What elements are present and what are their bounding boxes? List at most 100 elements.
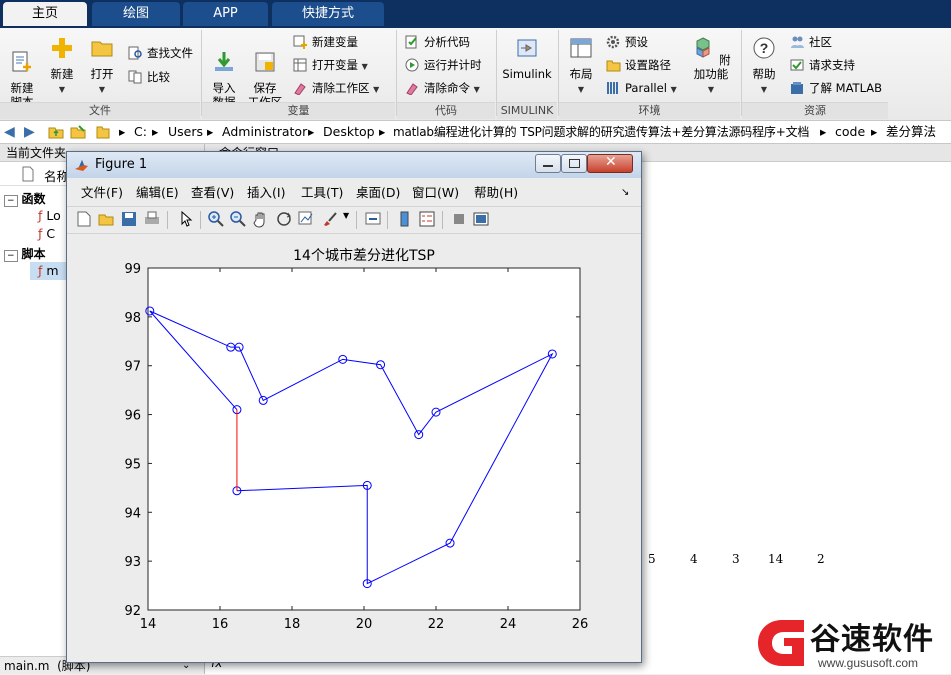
collapse-icon[interactable]: − bbox=[4, 195, 18, 207]
set-path-button[interactable]: 设置路径 bbox=[606, 56, 671, 74]
chevron-down-icon: ▼ bbox=[577, 85, 585, 94]
dock-arrow-icon[interactable]: ↘ bbox=[621, 182, 629, 204]
learn-matlab-button[interactable]: 了解 MATLAB bbox=[790, 79, 882, 97]
menu-edit[interactable]: 编辑(E) bbox=[136, 182, 179, 204]
simulink-button[interactable]: Simulink bbox=[501, 36, 553, 81]
zoom-in-icon[interactable] bbox=[207, 210, 225, 228]
svg-text:?: ? bbox=[760, 40, 769, 56]
breadcrumb-code[interactable]: code bbox=[835, 121, 865, 143]
new-button[interactable]: 新建 ▼ bbox=[46, 36, 78, 97]
matlab-function-icon: ƒ bbox=[38, 208, 43, 223]
hide-plot-tools-icon[interactable] bbox=[450, 210, 468, 228]
rotate-3d-icon[interactable] bbox=[275, 210, 293, 228]
request-support-icon bbox=[790, 59, 804, 71]
breadcrumb-administrator[interactable]: Administrator bbox=[222, 121, 307, 143]
parallel-button[interactable]: Parallel ▼ bbox=[606, 79, 677, 97]
breadcrumb-users[interactable]: Users bbox=[168, 121, 203, 143]
matlab-script-icon: ƒ bbox=[38, 263, 43, 278]
tab-home[interactable]: 主页 bbox=[3, 2, 87, 26]
menu-desktop[interactable]: 桌面(D) bbox=[356, 182, 400, 204]
menu-window[interactable]: 窗口(W) bbox=[412, 182, 459, 204]
import-data-button[interactable]: 导入 数据 bbox=[206, 36, 242, 109]
list-item[interactable]: ƒ C bbox=[38, 226, 55, 241]
back-arrow-icon[interactable]: ◀ bbox=[4, 124, 15, 140]
x-tick-label: 26 bbox=[572, 617, 589, 632]
tab-plots[interactable]: 绘图 bbox=[92, 2, 180, 26]
up-folder-icon[interactable] bbox=[48, 124, 64, 140]
show-plot-tools-icon[interactable] bbox=[472, 210, 490, 228]
group-label-simulink: SIMULINK bbox=[497, 102, 557, 119]
menu-tools[interactable]: 工具(T) bbox=[301, 182, 343, 204]
maximize-button[interactable] bbox=[561, 154, 587, 173]
open-button[interactable]: 打开 ▼ bbox=[84, 36, 120, 97]
import-icon bbox=[215, 52, 233, 71]
chevron-down-icon[interactable]: ▼ bbox=[343, 211, 349, 220]
request-support-button[interactable]: 请求支持 bbox=[790, 56, 855, 74]
plot-canvas[interactable]: 14个城市差分进化TSP 14 16 18 20 22 24 26 92 93 94 95 96 97 9… bbox=[67, 234, 641, 660]
clear-commands-button[interactable]: 清除命令 ▼ bbox=[405, 79, 480, 97]
data-cursor-icon[interactable] bbox=[297, 210, 315, 228]
tab-shortcuts[interactable]: 快捷方式 bbox=[272, 2, 384, 26]
menu-insert[interactable]: 插入(I) bbox=[247, 182, 285, 204]
analyze-code-button[interactable]: 分析代码 bbox=[405, 33, 470, 51]
set-path-icon bbox=[606, 60, 621, 72]
breadcrumb-separator: ▸ bbox=[308, 124, 315, 139]
clear-workspace-icon bbox=[294, 83, 306, 95]
chevron-down-icon: ▼ bbox=[707, 85, 715, 94]
menu-help[interactable]: 帮助(H) bbox=[474, 182, 518, 204]
minimize-button[interactable] bbox=[535, 154, 561, 173]
figure-window[interactable]: Figure 1 ✕ 文件(F) 编辑(E) 查看(V) 插入(I) 工具(T)… bbox=[66, 151, 642, 663]
help-icon: ? bbox=[753, 37, 775, 59]
save-icon[interactable] bbox=[120, 210, 138, 228]
menu-file[interactable]: 文件(F) bbox=[81, 182, 123, 204]
breadcrumb-project-folder[interactable]: matlab编程进化计算的 TSP问题求解的研究遗传算法+差分算法源码程序+文档 bbox=[393, 121, 809, 143]
breadcrumb-current-folder[interactable]: 差分算法 bbox=[886, 121, 936, 143]
breadcrumb-separator: ▸ bbox=[871, 124, 878, 139]
close-button[interactable]: ✕ bbox=[587, 154, 633, 173]
folder-icon bbox=[91, 41, 113, 57]
community-button[interactable]: 社区 bbox=[790, 33, 832, 51]
tab-apps[interactable]: APP bbox=[183, 2, 268, 26]
pan-hand-icon[interactable] bbox=[252, 210, 270, 228]
forward-arrow-icon[interactable]: ▶ bbox=[24, 124, 35, 140]
link-plot-icon[interactable] bbox=[364, 210, 382, 228]
pointer-icon[interactable] bbox=[177, 210, 195, 228]
new-figure-icon[interactable] bbox=[75, 210, 93, 228]
list-item[interactable]: ƒ Lo bbox=[38, 208, 61, 223]
output-value: 14 bbox=[768, 552, 784, 566]
colorbar-icon[interactable] bbox=[396, 210, 414, 228]
open-file-icon[interactable] bbox=[97, 210, 115, 228]
open-variable-button[interactable]: 打开变量 ▼ bbox=[293, 56, 368, 74]
collapse-icon[interactable]: − bbox=[4, 250, 18, 262]
save-workspace-icon bbox=[255, 52, 275, 72]
layout-button[interactable]: 布局 ▼ bbox=[563, 36, 599, 97]
add-ons-button[interactable]: 附加功能 ▼ bbox=[686, 36, 736, 97]
menu-view[interactable]: 查看(V) bbox=[191, 182, 234, 204]
new-variable-button[interactable]: 新建变量 bbox=[293, 33, 358, 51]
compare-button[interactable]: 比较 bbox=[128, 68, 170, 86]
find-files-button[interactable]: 查找文件 bbox=[128, 44, 193, 62]
tree-group-scripts[interactable]: − 脚本 bbox=[4, 245, 46, 262]
toolbar-separator bbox=[356, 211, 357, 229]
breadcrumb-separator: ▸ bbox=[379, 124, 386, 139]
new-script-button[interactable]: 新建 脚本 bbox=[4, 36, 40, 109]
breadcrumb-desktop[interactable]: Desktop bbox=[323, 121, 375, 143]
new-script-icon bbox=[12, 51, 31, 72]
save-workspace-button[interactable]: 保存 工作区 bbox=[246, 36, 284, 109]
tree-group-functions[interactable]: − 函数 bbox=[4, 190, 46, 207]
browse-folder-icon[interactable] bbox=[70, 124, 86, 140]
figure-title: Figure 1 bbox=[95, 157, 148, 172]
brush-icon[interactable] bbox=[321, 210, 339, 228]
print-icon[interactable] bbox=[143, 210, 161, 228]
run-and-time-button[interactable]: 运行并计时 bbox=[405, 56, 482, 74]
clear-workspace-button[interactable]: 清除工作区 ▼ bbox=[293, 79, 379, 97]
legend-icon[interactable] bbox=[418, 210, 436, 228]
zoom-out-icon[interactable] bbox=[229, 210, 247, 228]
help-button[interactable]: ? 帮助 ▼ bbox=[746, 36, 782, 97]
breadcrumb-drive[interactable]: C: bbox=[134, 121, 147, 143]
x-tick-label: 24 bbox=[500, 617, 517, 632]
preferences-button[interactable]: 预设 bbox=[606, 33, 648, 51]
watermark-logo: 谷速软件 www.gususoft.com bbox=[748, 612, 951, 674]
y-tick-label: 94 bbox=[124, 506, 141, 521]
figure-title-bar[interactable]: Figure 1 ✕ bbox=[67, 152, 641, 178]
